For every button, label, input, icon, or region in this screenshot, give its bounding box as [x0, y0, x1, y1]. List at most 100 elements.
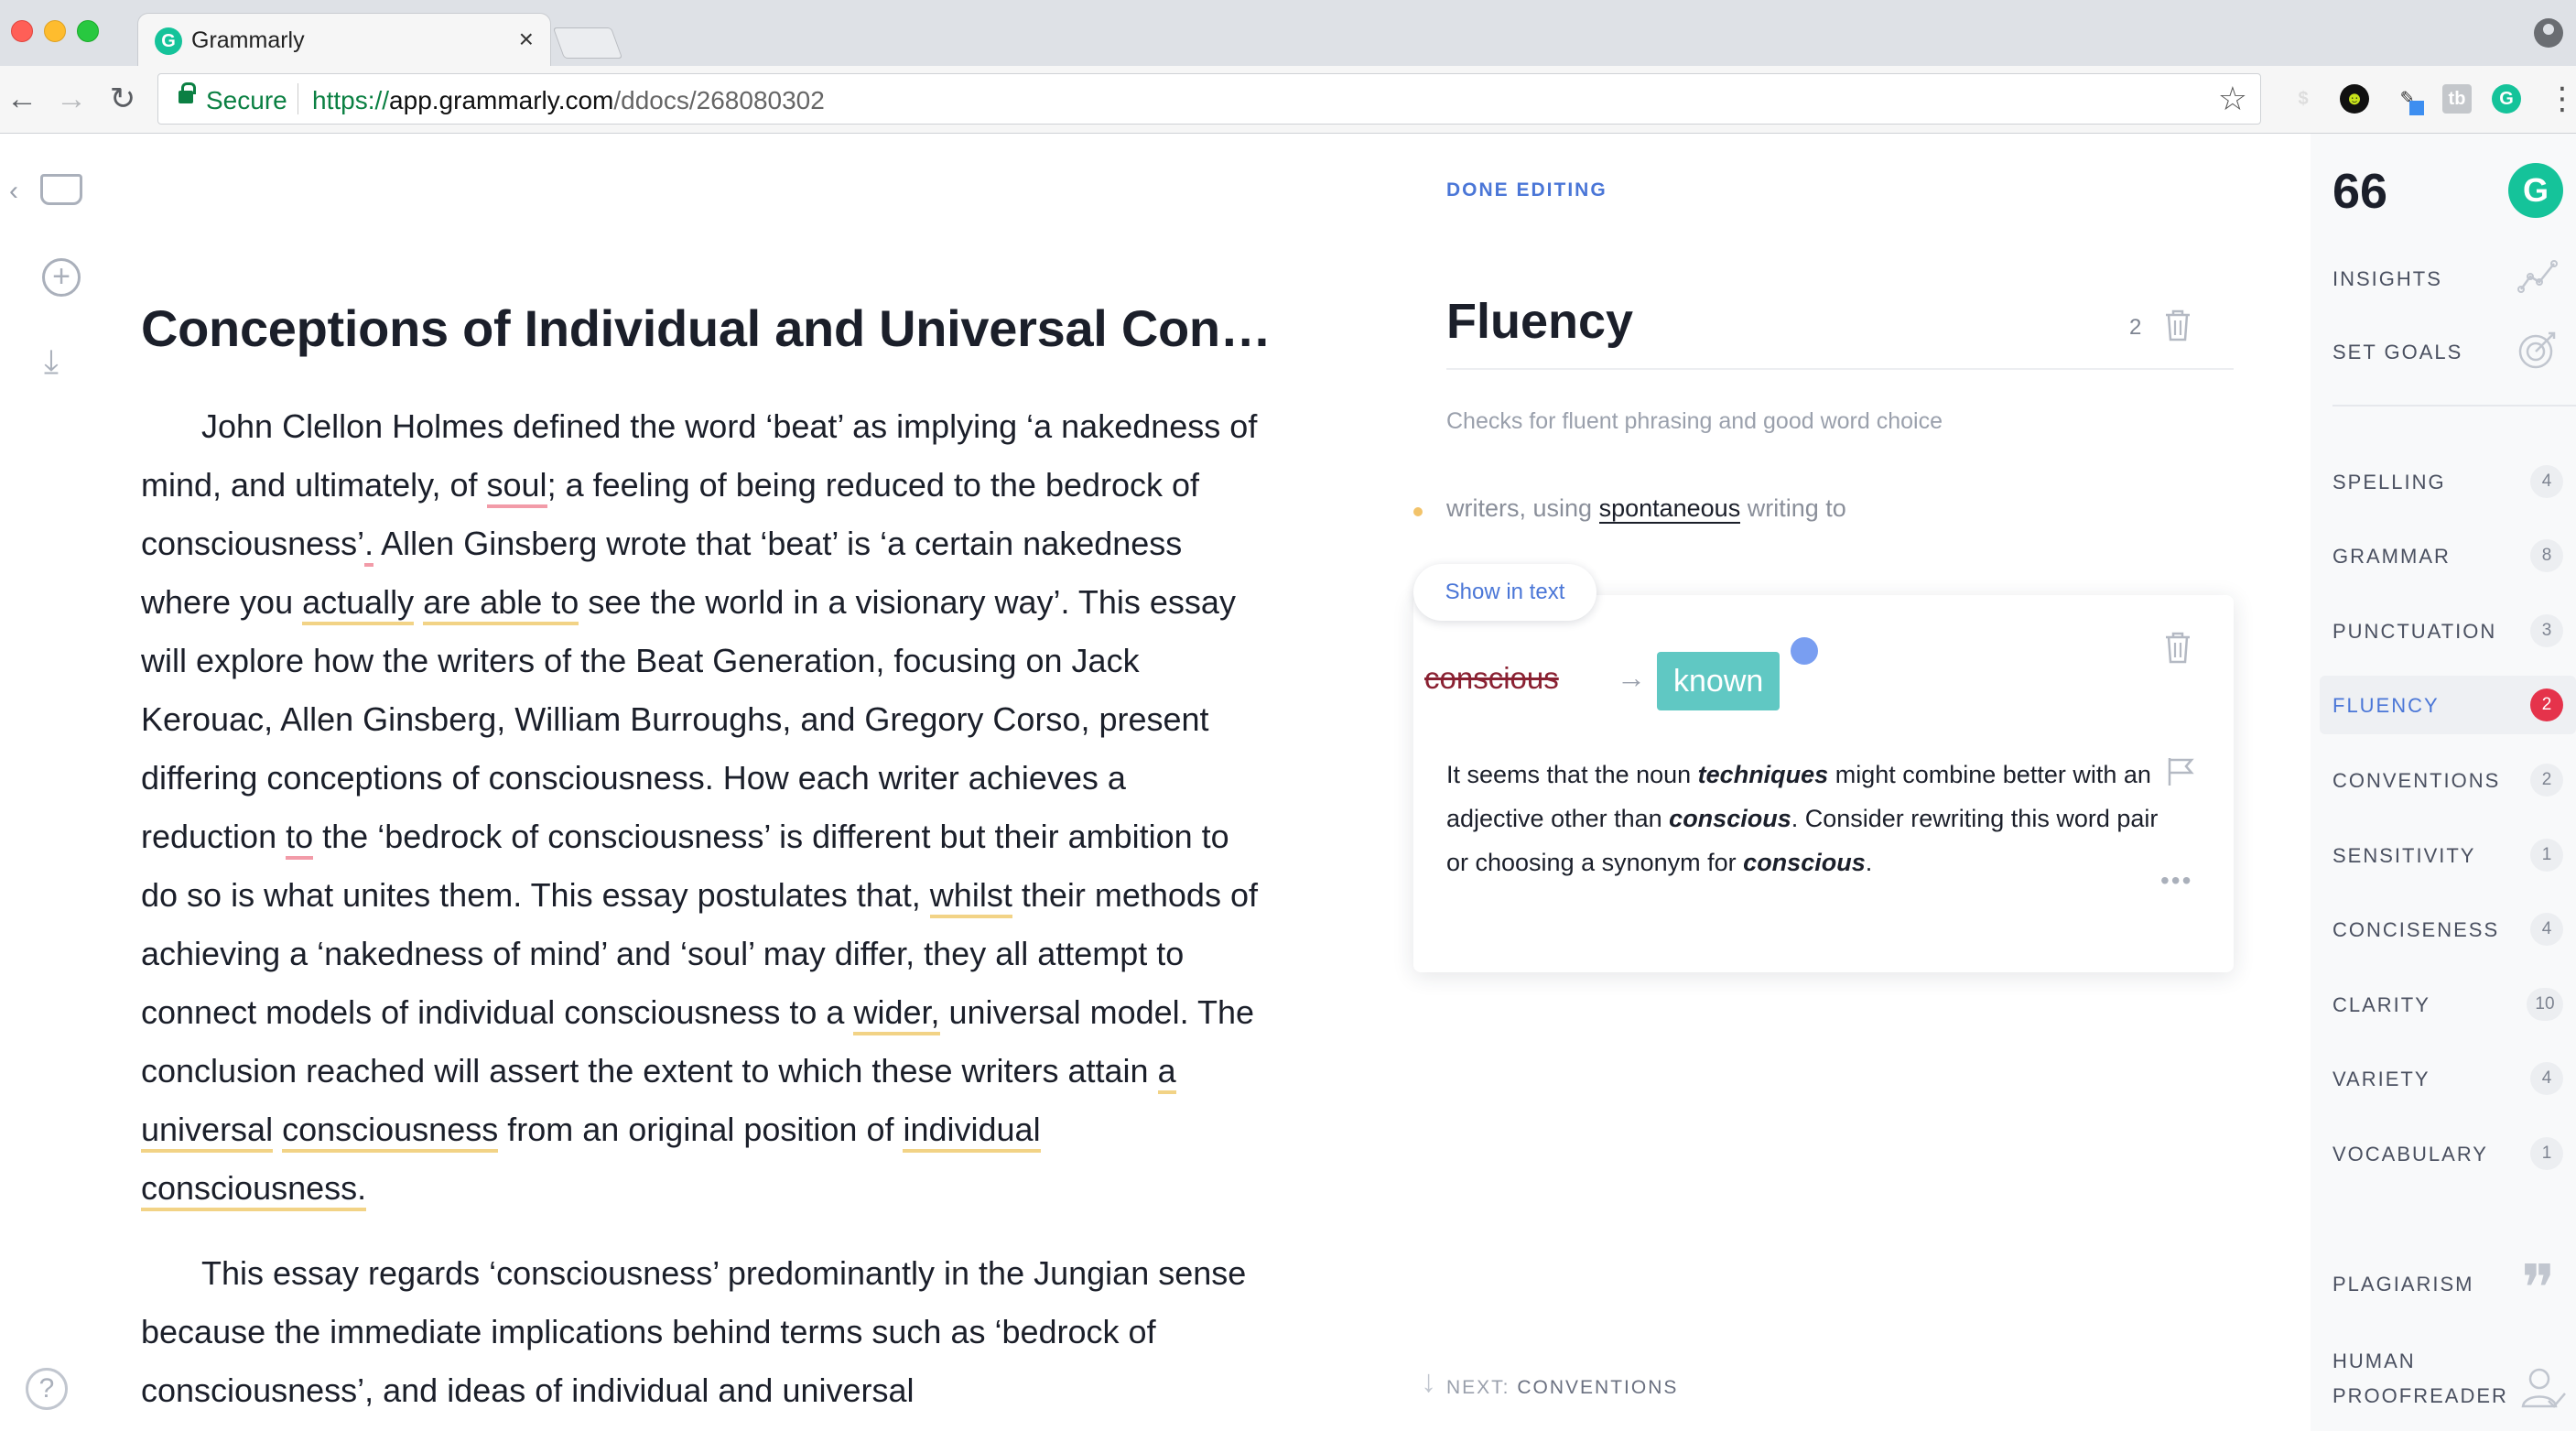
minimize-window-button[interactable] [44, 20, 66, 42]
forward-arrow-icon[interactable]: → [53, 81, 90, 117]
quote-icon[interactable]: ❞ [2521, 1251, 2556, 1326]
fluency-panel: DONE EDITING Fluency 2 Checks for fluent… [1391, 134, 2252, 1431]
more-options-icon[interactable]: ••• [2160, 866, 2192, 895]
target-icon[interactable] [2517, 328, 2560, 374]
down-arrow-icon: ↓ [1421, 1364, 1436, 1399]
plagiarism-link[interactable]: PLAGIARISM [2332, 1273, 2473, 1296]
show-in-text-button[interactable]: Show in text [1413, 564, 1596, 621]
url-path: /ddocs/268080302 [613, 86, 825, 114]
browser-menu-icon[interactable]: ⋮ [2547, 81, 2576, 117]
human-proofreader-link[interactable]: HUMAN PROOFREADER [2332, 1344, 2516, 1414]
category-count-badge: 4 [2530, 1062, 2563, 1095]
add-icon[interactable]: + [42, 258, 81, 297]
browser-tab-grammarly[interactable]: G Grammarly × [137, 13, 551, 66]
category-sensitivity[interactable]: SENSITIVITY 1 [2320, 826, 2576, 884]
emphasis: techniques [1697, 761, 1829, 788]
dismiss-all-trash-icon[interactable] [2162, 308, 2193, 347]
category-punctuation[interactable]: PUNCTUATION 3 [2320, 602, 2576, 660]
tab-close-icon[interactable]: × [519, 25, 534, 54]
grammarly-logo-icon[interactable]: G [2508, 163, 2563, 218]
panel-description: Checks for fluent phrasing and good word… [1446, 408, 1943, 434]
reload-icon[interactable]: ↻ [104, 81, 141, 117]
category-label: CONCISENESS [2332, 918, 2500, 941]
lock-icon [179, 82, 196, 103]
grammarly-extension-icon[interactable]: G [2492, 84, 2521, 114]
eyedropper-extension-icon[interactable]: ✎ [2393, 84, 2424, 115]
inbox-icon[interactable] [40, 174, 82, 205]
new-tab-button[interactable] [552, 27, 623, 59]
person-icon[interactable] [2521, 1366, 2567, 1413]
done-editing-button[interactable]: DONE EDITING [1446, 179, 1607, 201]
category-count-badge: 8 [2530, 539, 2563, 572]
tb-extension-icon[interactable]: tb [2442, 84, 2472, 114]
category-variety[interactable]: VARIETY 4 [2320, 1049, 2576, 1108]
grammar-mark[interactable]: to [286, 818, 314, 860]
conventions-mark[interactable]: whilst [929, 876, 1012, 918]
clarity-mark[interactable]: consciousness [282, 1111, 499, 1153]
next-category-link[interactable]: NEXT: CONVENTIONS [1446, 1377, 1678, 1399]
category-count-badge: 1 [2530, 1137, 2563, 1170]
document-paragraph[interactable]: John Clellon Holmes defined the word ‘be… [141, 397, 1267, 1218]
url-host: app.grammarly.com [389, 86, 614, 114]
text-run: . [1865, 849, 1873, 876]
back-arrow-icon[interactable]: ← [4, 81, 40, 117]
title-divider [1446, 368, 2234, 370]
category-vocabulary[interactable]: VOCABULARY 1 [2320, 1124, 2576, 1183]
category-count-badge: 2 [2530, 764, 2563, 797]
ghostery-extension-icon[interactable]: ☻ [2340, 84, 2369, 114]
suggestion-dot-icon [1413, 507, 1423, 516]
conciseness-mark[interactable]: actually [302, 583, 415, 625]
secure-label: Secure [206, 86, 287, 114]
dollar-extension-icon[interactable]: $ [2289, 84, 2318, 114]
url-text[interactable]: https://app.grammarly.com/ddocs/26808030… [312, 86, 825, 115]
suggestion-context: writing to [1740, 494, 1846, 522]
download-icon[interactable]: ⤓ [44, 342, 59, 382]
help-icon[interactable]: ? [26, 1368, 68, 1410]
bookmark-star-icon[interactable]: ☆ [2218, 80, 2247, 118]
set-goals-link[interactable]: SET GOALS [2332, 341, 2462, 364]
profile-icon[interactable] [2534, 18, 2563, 48]
panel-title: Fluency [1446, 294, 1634, 349]
url-scheme: https:// [312, 86, 390, 114]
document-title[interactable]: Conceptions of Individual and Universal … [141, 298, 1267, 358]
next-category-name: CONVENTIONS [1517, 1377, 1679, 1398]
punctuation-mark[interactable]: . [364, 525, 374, 567]
category-grammar[interactable]: GRAMMAR 8 [2320, 526, 2576, 585]
spelling-mark[interactable]: soul [486, 466, 547, 508]
next-prefix: NEXT: [1446, 1377, 1518, 1398]
dismiss-trash-icon[interactable] [2162, 630, 2193, 669]
category-count-badge: 3 [2530, 614, 2563, 647]
conciseness-mark[interactable]: are able to [423, 583, 579, 625]
flag-icon[interactable] [2166, 756, 2197, 792]
category-fluency[interactable]: FLUENCY 2 [2320, 676, 2576, 734]
clarity-mark[interactable]: consciousness. [141, 1169, 367, 1211]
category-count-badge: 4 [2530, 465, 2563, 498]
suggestion-context: writers, using [1446, 494, 1599, 522]
category-conventions[interactable]: CONVENTIONS 2 [2320, 751, 2576, 809]
clarity-mark[interactable]: wider, [853, 993, 940, 1035]
category-conciseness[interactable]: CONCISENESS 4 [2320, 900, 2576, 959]
address-bar[interactable]: Secure https://app.grammarly.com/ddocs/2… [157, 73, 2261, 125]
original-word: conscious [1424, 661, 1559, 695]
text-run: It seems that the noun [1446, 761, 1698, 788]
grammarly-favicon-icon: G [155, 27, 182, 55]
text-run [414, 583, 423, 621]
collapsed-suggestion[interactable]: writers, using spontaneous writing to [1446, 494, 1846, 524]
category-label: VARIETY [2332, 1068, 2430, 1090]
insights-link[interactable]: INSIGHTS [2332, 267, 2442, 291]
category-label: CONVENTIONS [2332, 769, 2501, 792]
arrow-right-icon: → [1617, 661, 1646, 694]
emphasis: conscious [1743, 849, 1866, 876]
back-chevron-icon[interactable]: ‹ [9, 176, 18, 207]
right-sidebar: 66 G INSIGHTS SET GOALS SPELLING 4 GRAMMA… [2311, 134, 2576, 1431]
clarity-mark[interactable]: individual [903, 1111, 1041, 1153]
document-editor[interactable]: Conceptions of Individual and Universal … [141, 134, 1267, 1431]
category-spelling[interactable]: SPELLING 4 [2320, 452, 2576, 511]
insights-graph-icon[interactable] [2517, 258, 2560, 299]
close-window-button[interactable] [11, 20, 33, 42]
maximize-window-button[interactable] [77, 20, 99, 42]
left-rail: ‹ + ⤓ ? [0, 134, 119, 1431]
document-paragraph[interactable]: This essay regards ‘consciousness’ predo… [141, 1244, 1267, 1420]
category-clarity[interactable]: CLARITY 10 [2320, 975, 2576, 1034]
replacement-button[interactable]: known [1657, 652, 1780, 710]
